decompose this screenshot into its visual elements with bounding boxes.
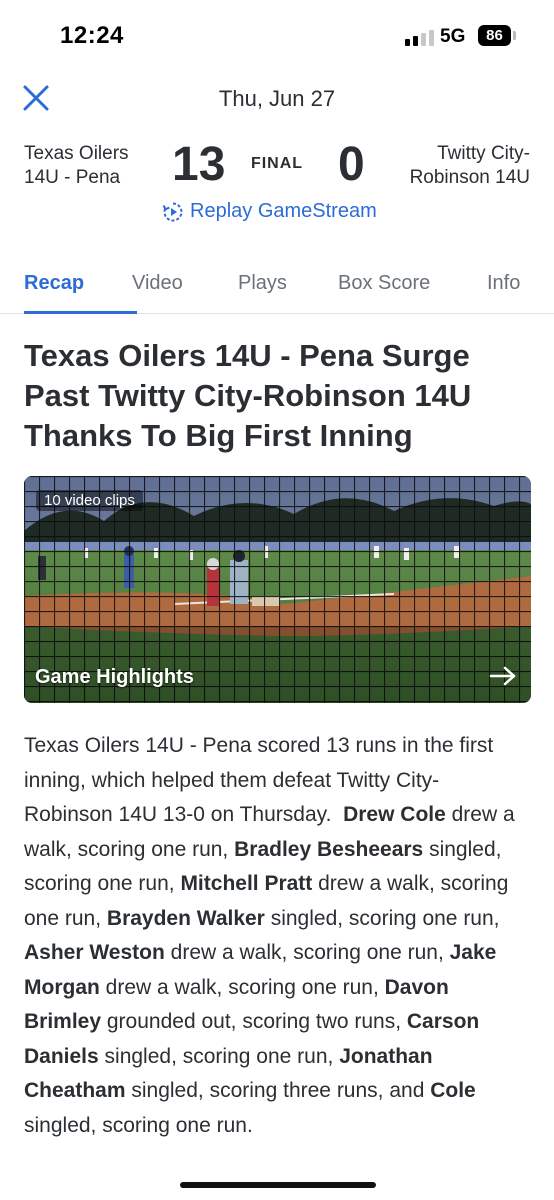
article-headline: Texas Oilers 14U - Pena Surge Past Twitt… (24, 338, 472, 453)
play-text: drew a walk, scoring one run, (164, 941, 450, 964)
status-time: 12:24 (60, 22, 124, 49)
network-type: 5G (440, 26, 466, 47)
video-clips-badge: 10 video clips (36, 490, 143, 511)
replay-icon (162, 202, 183, 221)
player-name: Drew Cole (343, 803, 446, 826)
active-tab-indicator (24, 311, 137, 314)
tab-info[interactable]: Info (487, 272, 520, 295)
away-team-line2: Robinson 14U (409, 167, 530, 188)
recap-paragraph: Texas Oilers 14U - Pena scored 13 runs i… (24, 729, 524, 1143)
tab-recap[interactable]: Recap (24, 272, 84, 295)
battery-cap (513, 31, 516, 40)
tab-video[interactable]: Video (132, 272, 183, 295)
tab-bar: Recap Video Plays Box Score Info (0, 262, 554, 314)
replay-gamestream-label: Replay GameStream (190, 200, 377, 222)
play-text: singled, scoring one run, (98, 1044, 340, 1068)
tab-plays[interactable]: Plays (238, 272, 287, 295)
status-bar: 12:24 5G 86 (0, 0, 554, 70)
arrow-right-icon[interactable] (489, 665, 517, 687)
game-highlights-video[interactable]: 10 video clips Game Highlights (24, 476, 531, 703)
player-name: Mitchell Pratt (180, 872, 313, 895)
tab-box-score[interactable]: Box Score (338, 272, 430, 295)
player-name: Cole (430, 1079, 476, 1102)
away-score: 0 (338, 138, 365, 191)
play-text: singled, scoring three runs, and (125, 1079, 431, 1102)
game-highlights-label: Game Highlights (35, 666, 194, 688)
cellular-signal-icon (405, 30, 434, 46)
battery-icon: 86 (478, 25, 511, 46)
game-date: Thu, Jun 27 (218, 86, 336, 111)
player-name: Brayden Walker (106, 906, 265, 930)
away-team-name: Twitty City- Robinson 14U (380, 142, 530, 190)
home-indicator[interactable] (180, 1182, 376, 1188)
play-text: drew a walk, scoring one run, (99, 975, 385, 999)
play-text: grounded out, scoring two runs, (101, 1010, 407, 1033)
player-name: Bradley Besheears (234, 837, 424, 861)
away-team-line1: Twitty City- (437, 143, 530, 164)
player-name: Asher Weston (24, 941, 165, 964)
play-text: singled, scoring one run. (24, 1113, 253, 1137)
play-text: singled, scoring one run, (264, 906, 500, 930)
replay-gamestream-link[interactable]: Replay GameStream (162, 200, 377, 223)
